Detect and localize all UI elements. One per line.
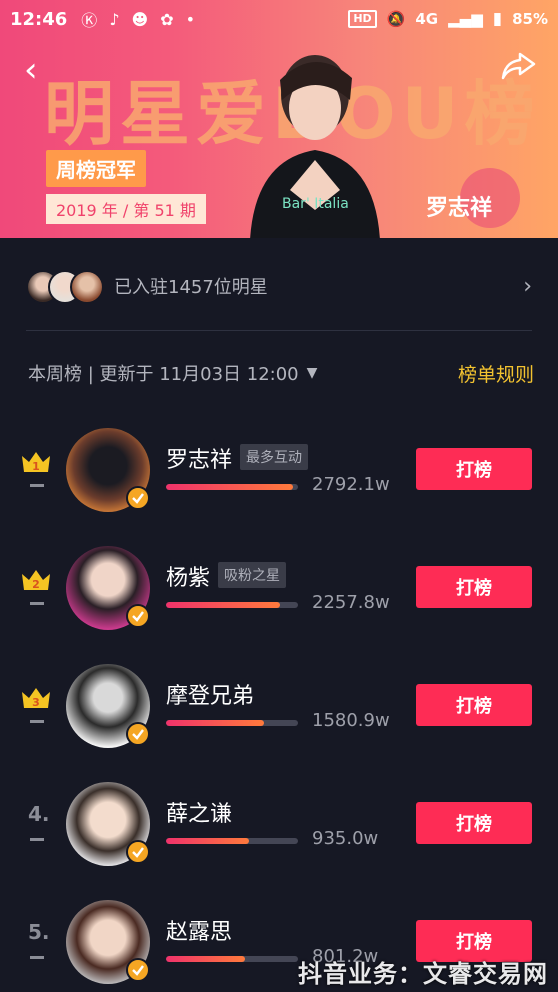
score-bar <box>166 484 298 490</box>
rank-row[interactable]: 4. 薛之谦 935.0w 打榜 <box>0 782 558 882</box>
vote-button[interactable]: 打榜 <box>416 684 532 726</box>
rank-change-indicator <box>30 838 44 841</box>
score-value: 1580.9w <box>312 710 390 731</box>
chevron-right-icon: › <box>523 273 532 299</box>
rank-change-indicator <box>30 720 44 723</box>
star-name: 罗志祥 <box>166 448 233 473</box>
rank-row[interactable]: 2 杨紫 吸粉之星 2257.8w 打榜 <box>0 546 558 646</box>
rank-change-indicator <box>30 956 44 959</box>
star-name: 摩登兄弟 <box>166 684 255 709</box>
champion-name: 罗志祥 <box>426 196 493 221</box>
svg-text:Bar' Italia: Bar' Italia <box>282 196 349 212</box>
rank-change-indicator <box>30 602 44 605</box>
star-name: 杨紫 <box>166 566 211 591</box>
week-update-label[interactable]: 本周榜 | 更新于 11月03日 12:00 <box>28 360 299 386</box>
star-name: 赵露思 <box>166 920 233 945</box>
share-icon[interactable] <box>500 50 536 80</box>
network-label: 4G <box>415 10 439 28</box>
mini-avatar <box>70 270 104 304</box>
tiktok-icon: ♪ <box>109 9 120 29</box>
chevron-down-icon[interactable]: ▼ <box>307 365 318 381</box>
divider <box>26 330 532 331</box>
battery-level: 85% <box>512 10 548 28</box>
score-bar <box>166 838 298 844</box>
vote-button[interactable]: 打榜 <box>416 566 532 608</box>
qq-icon: ☻ <box>131 9 149 29</box>
rank-change-indicator <box>30 484 44 487</box>
rank-number: 1 <box>32 460 40 473</box>
star-name: 薛之谦 <box>166 802 233 827</box>
period-label: 2019 年 / 第 51 期 <box>46 194 206 224</box>
joined-avatars <box>26 266 106 306</box>
signal-icon: ▂▄▆ <box>448 10 483 28</box>
joined-stars-row[interactable]: 已入驻1457位明星 › <box>0 260 558 312</box>
star-tag: 吸粉之星 <box>218 562 286 588</box>
score-bar-fill <box>166 602 280 608</box>
dot-icon: • <box>185 9 196 29</box>
rank-number: 2 <box>32 578 40 591</box>
status-time: 12:46 <box>10 8 68 30</box>
score-bar-fill <box>166 838 250 844</box>
verified-icon <box>126 604 150 628</box>
score-bar <box>166 956 298 962</box>
mute-icon: 🔕 <box>386 10 406 28</box>
hd-icon: HD <box>348 10 377 28</box>
battery-icon: ▮ <box>492 9 503 29</box>
weekly-header: 本周榜 | 更新于 11月03日 12:00 ▼ 榜单规则 <box>28 358 534 388</box>
score-bar <box>166 720 298 726</box>
score-bar-fill <box>166 956 246 962</box>
star-tag: 最多互动 <box>240 444 308 470</box>
rank-number: 5. <box>28 920 50 944</box>
score-bar <box>166 602 298 608</box>
verified-icon <box>126 840 150 864</box>
crown-icon: 2 <box>22 570 50 591</box>
status-bar: 12:46 Ⓚ ♪ ☻ ✿ • HD 🔕 4G ▂▄▆ ▮ 85% <box>0 0 558 38</box>
score-bar-fill <box>166 720 264 726</box>
verified-icon <box>126 722 150 746</box>
back-icon[interactable]: ‹ <box>24 50 38 90</box>
vote-button[interactable]: 打榜 <box>416 802 532 844</box>
champion-label: 周榜冠军 <box>46 150 146 187</box>
game-icon: ✿ <box>160 9 174 29</box>
champion-photo: Bar' Italia <box>250 55 380 238</box>
vote-button[interactable]: 打榜 <box>416 448 532 490</box>
verified-icon <box>126 958 150 982</box>
score-value: 2257.8w <box>312 592 390 613</box>
joined-stars-label: 已入驻1457位明星 <box>114 277 268 298</box>
crown-icon: 3 <box>22 688 50 709</box>
rank-row[interactable]: 1 罗志祥 最多互动 2792.1w 打榜 <box>0 428 558 528</box>
crown-icon: 1 <box>22 452 50 473</box>
k-app-icon: Ⓚ <box>81 11 98 30</box>
score-value: 935.0w <box>312 828 379 849</box>
rank-row[interactable]: 3 摩登兄弟 1580.9w 打榜 <box>0 664 558 764</box>
rules-link[interactable]: 榜单规则 <box>458 360 534 387</box>
score-value: 2792.1w <box>312 474 390 495</box>
rank-number: 3 <box>32 696 40 709</box>
score-bar-fill <box>166 484 293 490</box>
watermark: 抖音业务：文睿交易网 <box>298 960 548 988</box>
verified-icon <box>126 486 150 510</box>
rank-number: 4. <box>28 802 50 826</box>
